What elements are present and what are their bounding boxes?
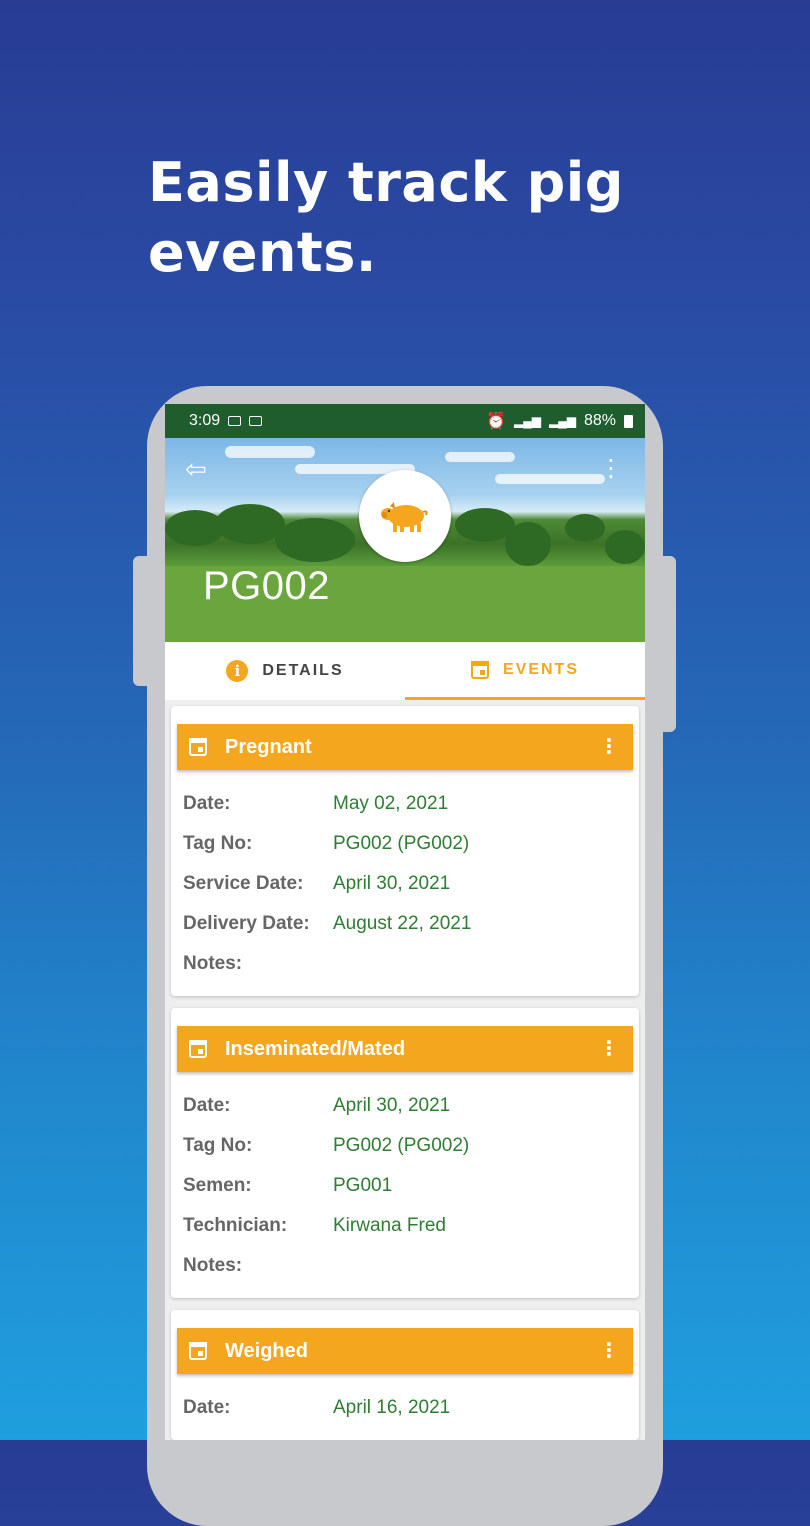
event-field-row: Date: April 16, 2021	[177, 1388, 633, 1428]
event-header: Weighed ⋮	[177, 1328, 633, 1374]
pig-id-title: PG002	[203, 564, 331, 608]
headline: Easily track pig events.	[148, 151, 624, 284]
signal-icon: ▂▄▆	[514, 414, 541, 428]
field-value: April 30, 2021	[333, 873, 451, 894]
status-bar: 3:09 ⏰ ▂▄▆ ▂▄▆ 88%	[165, 404, 645, 438]
event-header: Pregnant ⋮	[177, 724, 633, 770]
event-title: Inseminated/Mated	[225, 1037, 406, 1060]
battery-icon	[624, 414, 633, 428]
field-value: PG001	[333, 1175, 393, 1196]
calendar-icon	[189, 1342, 207, 1360]
header-banner: ⇦ ⋮ PG002	[165, 438, 645, 642]
field-value: May 02, 2021	[333, 793, 449, 814]
event-card: Pregnant ⋮ Date: May 02, 2021 Tag No: PG00…	[171, 706, 639, 996]
field-label: Service Date:	[183, 873, 304, 894]
field-label: Tag No:	[183, 1135, 253, 1156]
alarm-icon: ⏰	[486, 413, 507, 430]
tab-bar: i DETAILS EVENTS	[165, 642, 645, 700]
more-options-icon[interactable]: ⋮	[599, 456, 623, 482]
event-title: Pregnant	[225, 735, 312, 758]
phone-screen: 3:09 ⏰ ▂▄▆ ▂▄▆ 88% ⇦ ⋮ PG002 i DETAILS E…	[165, 404, 645, 1440]
field-label: Notes:	[183, 953, 243, 974]
image-notification-icon	[228, 416, 242, 426]
field-label: Semen:	[183, 1175, 252, 1196]
event-field-row: Tag No: PG002 (PG002)	[177, 1126, 633, 1166]
event-menu-icon[interactable]: ⋮	[599, 737, 619, 757]
field-label: Date:	[183, 1397, 231, 1418]
tab-events-label: EVENTS	[502, 660, 579, 678]
tab-details[interactable]: i DETAILS	[165, 642, 405, 700]
calendar-icon	[470, 660, 489, 679]
event-field-row: Semen: PG001	[177, 1166, 633, 1206]
field-value: August 22, 2021	[333, 913, 472, 934]
field-value: PG002 (PG002)	[333, 833, 470, 854]
event-card: Inseminated/Mated ⋮ Date: April 30, 2021 …	[171, 1008, 639, 1298]
events-list: Pregnant ⋮ Date: May 02, 2021 Tag No: PG00…	[165, 700, 645, 1440]
info-icon: i	[226, 660, 249, 682]
signal-icon: ▂▄▆	[549, 414, 576, 428]
message-notification-icon	[249, 416, 263, 426]
field-label: Date:	[183, 1095, 231, 1116]
event-title: Weighed	[225, 1339, 308, 1362]
field-label: Tag No:	[183, 833, 253, 854]
field-value: Kirwana Fred	[333, 1215, 446, 1236]
field-label: Delivery Date:	[183, 913, 310, 934]
event-field-row: Tag No: PG002 (PG002)	[177, 824, 633, 864]
pig-avatar	[359, 470, 451, 562]
event-menu-icon[interactable]: ⋮	[599, 1039, 619, 1059]
event-field-row: Date: May 02, 2021	[177, 784, 633, 824]
event-field-row: Date: April 30, 2021	[177, 1086, 633, 1126]
pig-icon	[381, 502, 428, 532]
field-label: Notes:	[183, 1255, 243, 1276]
tab-details-label: DETAILS	[262, 662, 344, 679]
calendar-icon	[189, 1040, 207, 1058]
field-label: Technician:	[183, 1215, 288, 1236]
battery-level: 88%	[583, 412, 616, 429]
event-field-row: Technician: Kirwana Fred	[177, 1206, 633, 1246]
event-field-row: Notes:	[177, 944, 633, 984]
calendar-icon	[189, 738, 207, 756]
event-field-row: Delivery Date: August 22, 2021	[177, 904, 633, 944]
field-value: PG002 (PG002)	[333, 1135, 470, 1156]
event-header: Inseminated/Mated ⋮	[177, 1026, 633, 1072]
event-card: Weighed ⋮ Date: April 16, 2021	[171, 1310, 639, 1440]
event-menu-icon[interactable]: ⋮	[599, 1341, 619, 1361]
back-arrow-icon[interactable]: ⇦	[185, 456, 207, 482]
tab-events[interactable]: EVENTS	[405, 642, 645, 700]
field-label: Date:	[183, 793, 231, 814]
event-field-row: Service Date: April 30, 2021	[177, 864, 633, 904]
field-value: April 16, 2021	[333, 1397, 451, 1418]
status-time: 3:09	[189, 412, 221, 429]
event-field-row: Notes:	[177, 1246, 633, 1286]
field-value: April 30, 2021	[333, 1095, 451, 1116]
